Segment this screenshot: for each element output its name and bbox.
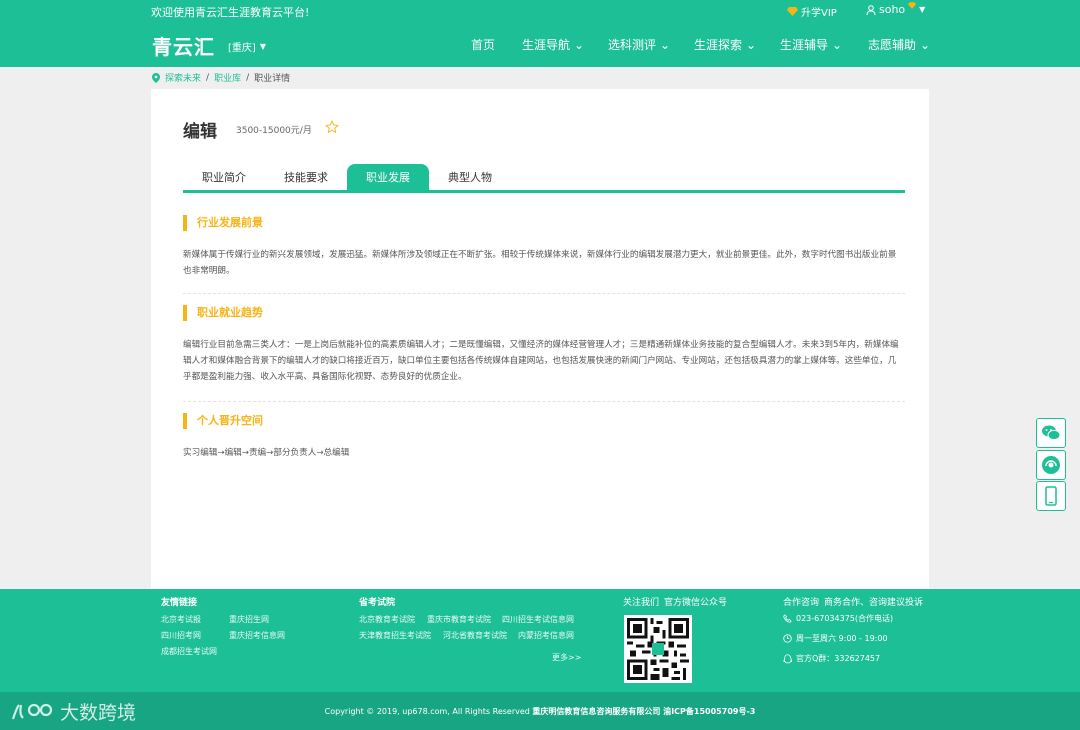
contact-hours: 周一至周六 9:00 - 19:00: [783, 633, 888, 644]
career-tabs: 职业简介 技能要求 职业发展 典型人物: [183, 164, 905, 193]
location-pin-icon: [152, 72, 160, 83]
chevron-down-icon: ⌄: [832, 37, 843, 52]
footer-link[interactable]: 内蒙招考信息网: [518, 630, 574, 641]
section-body-employment: 编辑行业目前急需三类人才：一是上岗后就能补位的高素质编辑人才；二是既懂编辑，又懂…: [183, 340, 899, 382]
copyright-text: Copyright © 2019, up678.com, All Rights …: [324, 707, 756, 716]
nav-career-coaching[interactable]: 生涯辅导 ⌄: [780, 36, 842, 53]
caret-down-icon: ▼: [259, 42, 266, 51]
diamond-icon: [787, 7, 798, 16]
section-heading-employment: 职业就业趋势: [183, 305, 263, 321]
copyright-bar: 大数跨境 Copyright © 2019, up678.com, All Ri…: [0, 692, 1080, 730]
chevron-down-icon: ⌄: [574, 37, 585, 52]
username: soho: [879, 3, 906, 16]
footer-link[interactable]: 重庆招生网: [229, 614, 269, 625]
user-icon: [866, 4, 876, 15]
tab-development[interactable]: 职业发展: [347, 164, 429, 190]
diamond-icon: [908, 2, 917, 9]
breadcrumb-current: 职业详情: [254, 74, 291, 84]
wechat-icon: [1042, 425, 1061, 441]
footer-contact-title: 合作咨询 商务合作、咨询建议投诉: [783, 598, 924, 608]
tab-skills[interactable]: 技能要求: [265, 164, 347, 190]
vip-label: 升学VIP: [801, 8, 837, 19]
tab-intro[interactable]: 职业简介: [183, 164, 265, 190]
user-menu[interactable]: soho ▼: [866, 2, 926, 16]
footer-link[interactable]: 天津教育招生考试院: [359, 630, 431, 641]
section-heading-promotion: 个人晋升空间: [183, 413, 263, 429]
section-heading-industry: 行业发展前景: [183, 215, 263, 231]
nav-career-explore[interactable]: 生涯探索 ⌄: [694, 36, 756, 53]
divider: [183, 401, 905, 402]
nav-career-guide[interactable]: 生涯导航 ⌄: [522, 36, 584, 53]
footer-link[interactable]: 河北省教育考试院: [443, 630, 507, 641]
main-navbar: 青云汇 [重庆] ▼ 首页 生涯导航 ⌄ 选科测评 ⌄ 生涯探索 ⌄ 生涯辅导 ⌄ 志愿…: [0, 22, 1080, 67]
mobile-phone-icon: [1045, 486, 1057, 506]
footer-link[interactable]: 成都招生考试网: [161, 646, 217, 657]
breadcrumb-career-library[interactable]: 职业库: [214, 71, 241, 84]
nav-application-aid[interactable]: 志愿辅助 ⌄: [868, 36, 930, 53]
qq-icon: [783, 653, 792, 663]
nav-subject-test[interactable]: 选科测评 ⌄: [608, 36, 670, 53]
caret-down-icon: ▼: [919, 5, 926, 14]
footer-exams-title: 省考试院: [359, 598, 396, 608]
nav-home[interactable]: 首页: [471, 36, 495, 53]
chevron-down-icon: ⌄: [920, 37, 931, 52]
section-body-promotion: 实习编辑→编辑→责编→部分负责人→总编辑: [183, 448, 350, 458]
site-footer: 友情链接 北京考试报 重庆招生网 四川招考网 重庆招考信息网 成都招生考试网 省…: [0, 589, 1080, 692]
footer-follow-title: 关注我们 官方微信公众号: [623, 598, 728, 608]
footer-link[interactable]: 重庆市教育考试院: [427, 614, 491, 625]
support-float-button[interactable]: [1036, 450, 1066, 480]
breadcrumb: 探索未来 / 职业库 / 职业详情: [152, 71, 290, 84]
city-label: [重庆]: [228, 43, 256, 54]
tab-figures[interactable]: 典型人物: [429, 164, 511, 190]
mobile-float-button[interactable]: [1036, 481, 1066, 511]
favorite-star-icon[interactable]: [325, 120, 339, 134]
footer-link[interactable]: 重庆招考信息网: [229, 630, 285, 641]
chevron-down-icon: ⌄: [746, 37, 757, 52]
footer-link[interactable]: 四川招考网: [161, 630, 201, 641]
footer-link[interactable]: 北京考试报: [161, 614, 201, 625]
section-body-industry: 新媒体属于传媒行业的新兴发展领域，发展迅猛。新媒体所涉及领域正在不断扩张。相较于…: [183, 250, 897, 276]
job-salary: 3500-15000元/月: [236, 126, 312, 136]
contact-phone: 023-67034375(合作电话): [783, 613, 893, 624]
phone-icon: [783, 614, 792, 623]
wechat-float-button[interactable]: [1036, 418, 1066, 448]
career-detail-card: 编辑 3500-15000元/月 职业简介 技能要求 职业发展 典型人物 行业发…: [151, 89, 929, 589]
contact-qq: 官方Q群：332627457: [783, 653, 880, 664]
job-title: 编辑: [183, 122, 217, 142]
clock-icon: [783, 634, 792, 643]
divider: [183, 293, 905, 294]
breadcrumb-explore[interactable]: 探索未来: [165, 71, 201, 84]
wechat-qr-code: [624, 615, 692, 683]
footer-link[interactable]: 四川招生考试信息网: [502, 614, 574, 625]
chevron-down-icon: ⌄: [660, 37, 671, 52]
footer-link[interactable]: 北京教育考试院: [359, 614, 415, 625]
city-selector[interactable]: [重庆] ▼: [228, 39, 266, 54]
footer-friends-title: 友情链接: [161, 598, 198, 608]
footer-more-link[interactable]: 更多>>: [552, 652, 581, 663]
top-strip: 欢迎使用青云汇生涯教育云平台! 升学VIP soho ▼: [0, 0, 1080, 22]
welcome-text: 欢迎使用青云汇生涯教育云平台!: [151, 6, 310, 19]
customer-service-icon: [1042, 456, 1060, 474]
site-logo[interactable]: 青云汇: [152, 31, 215, 60]
vip-link[interactable]: 升学VIP: [787, 4, 837, 19]
